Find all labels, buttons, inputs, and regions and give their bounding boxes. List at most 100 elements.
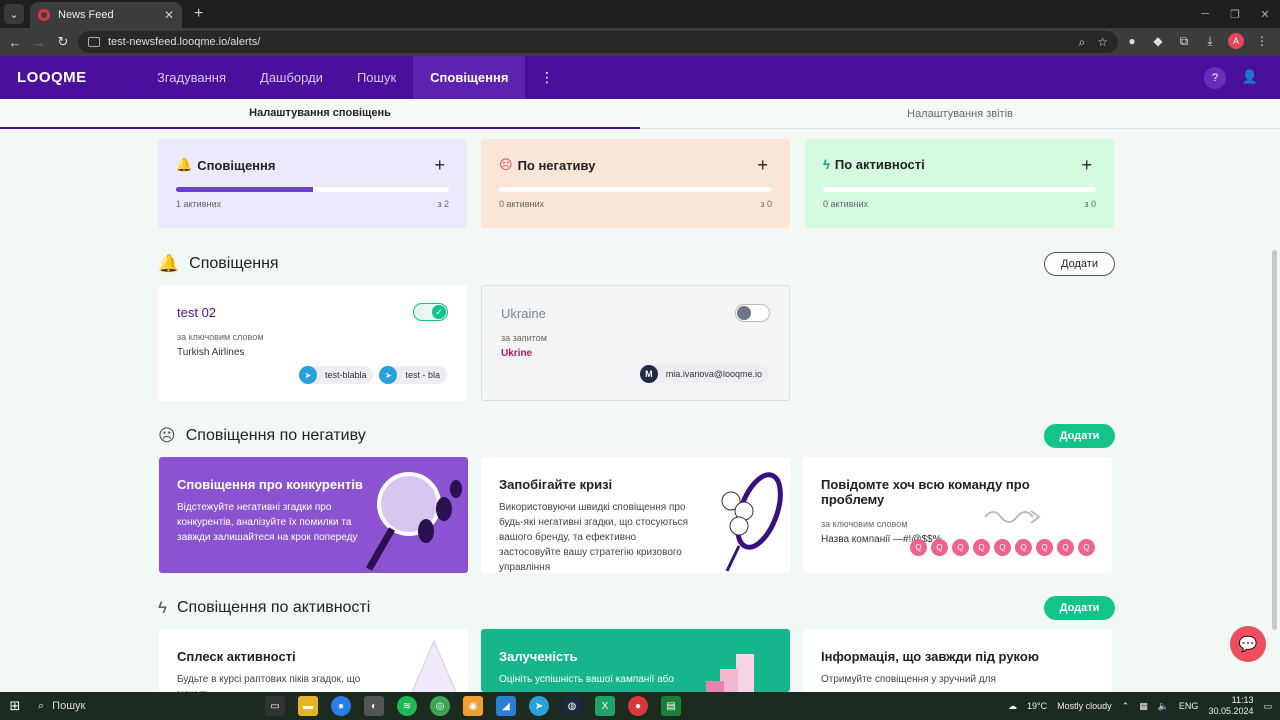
network-icon[interactable]: ▦ (1139, 701, 1148, 712)
forward-icon[interactable]: → (27, 35, 51, 50)
q-icon: Q (973, 539, 990, 556)
q-icon: Q (910, 539, 927, 556)
q-icon: Q (1015, 539, 1032, 556)
address-bar[interactable]: test-newsfeed.looqme.io/alerts/ ⌕ ☆ (78, 31, 1118, 53)
alert-name[interactable]: Ukraine (501, 306, 770, 321)
site-info-icon[interactable] (88, 37, 100, 47)
promo-card-engagement[interactable]: Залученість Оцініть успішність вашої кам… (481, 629, 790, 692)
reload-icon[interactable]: ↻ (51, 34, 75, 50)
chat-support-icon[interactable]: 💬 (1230, 626, 1266, 662)
toggle-knob (737, 306, 751, 320)
app-green-icon[interactable]: ◎ (430, 696, 450, 716)
tray-chevron-icon[interactable]: ⌃ (1122, 701, 1130, 712)
alert-type-label: за ключовим словом (177, 332, 264, 342)
settings-subtabs: Налаштування сповіщень Налаштування звіт… (0, 99, 1280, 129)
promo-card-info[interactable]: Інформація, що завжди під рукою Отримуйт… (803, 629, 1112, 692)
app-header: LOOQME Згадування Дашборди Пошук Сповіще… (0, 56, 1280, 99)
bookmark-star-icon[interactable]: ☆ (1097, 35, 1108, 50)
alert-enabled-toggle[interactable] (735, 304, 770, 322)
summary-title: По активності (834, 157, 925, 172)
telegram-icon[interactable]: ➤ (529, 696, 549, 716)
nav-alerts[interactable]: Сповіщення (413, 56, 526, 99)
add-negative-plus-icon[interactable]: + (757, 155, 768, 176)
q-icon: Q (1057, 539, 1074, 556)
nav-search[interactable]: Пошук (340, 56, 413, 99)
app-icon[interactable]: ◐ (364, 696, 384, 716)
more-menu-icon[interactable]: ⋮ (540, 69, 554, 86)
active-count: 1 активних (176, 199, 221, 209)
active-count: 0 активних (823, 199, 868, 209)
taskbar-apps: ▭ ▬ ● ◐ ≋ ◎ ◉ ◢ ➤ ◍ X ● ▤ (265, 696, 681, 716)
close-tab-icon[interactable]: ✕ (164, 8, 174, 22)
new-tab-icon[interactable]: + (194, 5, 203, 23)
channel-label: test-blabla (324, 370, 367, 380)
file-explorer-icon[interactable]: ▬ (298, 696, 318, 716)
app-blue-icon[interactable]: ◢ (496, 696, 516, 716)
tab-search-button[interactable]: ⌄ (4, 4, 24, 24)
active-count: 0 активних (499, 199, 544, 209)
extension-icon[interactable]: ● (1124, 33, 1140, 49)
task-view-icon[interactable]: ▭ (265, 696, 285, 716)
weather-icon: ☁ (1008, 700, 1017, 711)
alert-card-test-02[interactable]: test 02 ✓ за ключовим словом Turkish Air… (158, 285, 467, 401)
summary-progress (176, 187, 449, 192)
alert-card-ukraine[interactable]: Ukraine за запитом Ukrine Mmia.ivanova@l… (481, 285, 790, 401)
tab-alerts-settings[interactable]: Налаштування сповіщень (0, 99, 640, 129)
zoom-icon[interactable]: ⌕ (1079, 35, 1086, 50)
bell-icon: 🔔 (176, 157, 193, 172)
promo-description: Оцініть успішність вашої кампанії або (499, 674, 674, 685)
q-icon: Q (1036, 539, 1053, 556)
close-window-icon[interactable]: ✕ (1250, 0, 1280, 28)
help-icon[interactable]: ? (1204, 67, 1226, 89)
summary-card-negative: ☹ По негативу + 0 активних з 0 (481, 139, 790, 228)
lightning-icon: ϟ (823, 157, 830, 172)
app-orange-icon[interactable]: ◉ (463, 696, 483, 716)
chrome-profile-icon[interactable]: ● (628, 696, 648, 716)
sad-face-icon: ☹ (499, 157, 513, 172)
summary-title: Сповіщення (197, 157, 276, 173)
volume-icon[interactable]: 🔈 (1158, 701, 1169, 712)
taskbar-search[interactable]: ⌕ Пошук (30, 692, 165, 720)
nav-mentions[interactable]: Згадування (140, 56, 243, 99)
chrome-icon[interactable]: ● (331, 696, 351, 716)
nav-dashboards[interactable]: Дашборди (243, 56, 340, 99)
back-icon[interactable]: ← (3, 35, 27, 50)
promo-card-competitors[interactable]: Сповіщення про конкурентів Відстежуйте н… (159, 457, 468, 573)
minimize-icon[interactable]: ─ (1190, 0, 1220, 28)
steam-icon[interactable]: ◍ (562, 696, 582, 716)
add-alert-button[interactable]: Додати (1044, 252, 1115, 276)
browser-tab[interactable]: News Feed ✕ (30, 2, 182, 28)
spotify-icon[interactable]: ≋ (397, 696, 417, 716)
sheets-icon[interactable]: ▤ (661, 696, 681, 716)
browser-menu-icon[interactable]: ⋮ (1254, 33, 1270, 49)
extension-2-icon[interactable]: ◆ (1150, 33, 1166, 49)
windows-start-icon[interactable]: ⊞ (0, 698, 30, 714)
add-activity-button[interactable]: Додати (1044, 596, 1115, 620)
extensions-puzzle-icon[interactable]: ⧉ (1176, 33, 1192, 49)
check-icon: ✓ (432, 305, 446, 319)
promo-card-spike[interactable]: Сплеск активності Будьте в курсі раптови… (159, 629, 468, 692)
tab-reports-settings[interactable]: Налаштування звітів (640, 99, 1280, 129)
add-negative-button[interactable]: Додати (1044, 424, 1115, 448)
language-indicator[interactable]: ENG (1179, 701, 1199, 711)
promo-card-team[interactable]: Повідомте хоч всю команду про проблему з… (803, 457, 1112, 573)
notifications-icon[interactable]: ▭ (1263, 701, 1272, 712)
alert-enabled-toggle[interactable]: ✓ (413, 303, 448, 321)
q-icon: Q (1078, 539, 1095, 556)
add-alert-plus-icon[interactable]: + (434, 155, 445, 176)
download-icon[interactable]: ⤓ (1202, 33, 1218, 49)
restore-icon[interactable]: ❐ (1220, 0, 1250, 28)
tab-title: News Feed (58, 9, 114, 21)
excel-icon[interactable]: X (595, 696, 615, 716)
summary-progress (823, 187, 1096, 192)
add-activity-plus-icon[interactable]: + (1081, 155, 1092, 176)
profile-avatar[interactable]: A (1228, 33, 1244, 49)
promo-description: Відстежуйте негативні згадки про конкуре… (177, 502, 358, 543)
promo-card-crisis[interactable]: Запобігайте кризі Використовуючи швидкі … (481, 457, 790, 573)
alert-name[interactable]: test 02 (177, 305, 448, 320)
looqme-logo[interactable]: LOOQME (17, 69, 87, 86)
clock[interactable]: 11:13 30.05.2024 (1208, 695, 1253, 717)
user-icon[interactable]: 👤 (1242, 69, 1258, 85)
wave-arrow-icon (984, 510, 1041, 524)
page-scrollbar[interactable] (1272, 250, 1277, 630)
